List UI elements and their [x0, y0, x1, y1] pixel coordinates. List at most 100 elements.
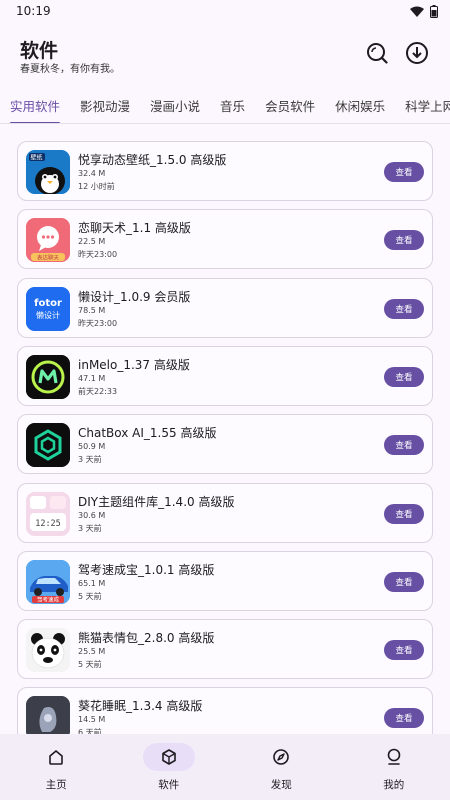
- app-size: 25.5 M: [78, 647, 106, 657]
- view-button[interactable]: 查看: [384, 298, 424, 319]
- app-update-time: 昨天23:00: [78, 318, 118, 328]
- app-icon: fotor 懒设计: [26, 286, 70, 331]
- app-name: inMelo_1.37 高级版: [78, 357, 190, 372]
- app-name: 熊猫表情包_2.8.0 高级版: [78, 631, 215, 646]
- app-card[interactable]: inMelo_1.37 高级版 47.1 M 前天22:33 查看: [17, 345, 433, 406]
- app-card[interactable]: fotor 懒设计 懒设计_1.0.9 会员版 78.5 M 昨天23:00 查看: [17, 277, 433, 338]
- view-button[interactable]: 查看: [384, 366, 424, 387]
- app-size: 30.6 M: [78, 510, 106, 520]
- svg-text:驾考速成: 驾考速成: [37, 595, 60, 603]
- page-subtitle: 春夏秋冬，有你有我。: [20, 64, 120, 75]
- app-name: 葵花睡眠_1.3.4 高级版: [78, 699, 203, 714]
- app-icon: 壁纸: [26, 150, 70, 194]
- app-icon: 表达聊天: [26, 218, 70, 263]
- nav-label: 我的: [383, 779, 405, 791]
- search-button[interactable]: [364, 40, 390, 66]
- nav-indicator: [368, 743, 420, 771]
- nav-item-home[interactable]: 主页: [0, 734, 113, 800]
- app-name: 恋聊天术_1.1 高级版: [78, 221, 191, 236]
- category-tabs: 实用软件影视动漫漫画小说音乐会员软件休闲娱乐科学上网: [0, 90, 450, 124]
- svg-text:12:25: 12:25: [35, 519, 61, 529]
- car-icon: 驾考速成: [26, 559, 70, 604]
- nav-label: 主页: [45, 779, 67, 791]
- tab-item[interactable]: 实用软件: [0, 90, 70, 123]
- nav-indicator: [142, 743, 195, 771]
- app-update-time: 昨天23:00: [78, 250, 118, 260]
- app-name: ChatBox AI_1.55 高级版: [78, 426, 217, 441]
- app-card[interactable]: 熊猫表情包_2.8.0 高级版 25.5 M 5 天前 查看: [17, 619, 433, 680]
- app-card[interactable]: 壁纸 悦享动态壁纸_1.5.0 高级版 32.4 M 12 小时前 查看: [17, 141, 433, 201]
- svg-text:壁纸: 壁纸: [31, 154, 43, 162]
- app-icon: [26, 696, 70, 734]
- tab-item[interactable]: 休闲娱乐: [325, 90, 395, 123]
- app-size: 50.9 M: [78, 442, 106, 452]
- app-name: DIY主题组件库_1.4.0 高级版: [78, 494, 235, 509]
- tab-item[interactable]: 科学上网: [395, 90, 450, 123]
- app-card[interactable]: ChatBox AI_1.55 高级版 50.9 M 3 天前 查看: [17, 414, 433, 475]
- app-update-time: 前天22:33: [78, 386, 118, 396]
- app-card[interactable]: 表达聊天 恋聊天术_1.1 高级版 22.5 M 昨天23:00 查看: [17, 209, 433, 270]
- chatbox-hexagon-icon: [26, 423, 70, 468]
- view-button[interactable]: 查看: [384, 640, 424, 661]
- app-size: 22.5 M: [78, 237, 106, 247]
- app-size: 78.5 M: [78, 305, 106, 315]
- nav-item-compass[interactable]: 发现: [225, 734, 338, 800]
- tab-item[interactable]: 漫画小说: [140, 90, 210, 123]
- svg-text:fotor: fotor: [34, 298, 62, 309]
- app-list: 壁纸 悦享动态壁纸_1.5.0 高级版 32.4 M 12 小时前 查看 表达聊天 恋聊天术…: [0, 124, 450, 734]
- app-update-time: 12 小时前: [78, 182, 115, 191]
- app-update-time: 3 天前: [78, 523, 102, 533]
- view-button[interactable]: 查看: [384, 230, 424, 251]
- nav-item-person[interactable]: 我的: [338, 734, 450, 800]
- chat-bubble-icon: 表达聊天: [26, 218, 70, 263]
- status-time: 10:19: [16, 4, 51, 18]
- view-button[interactable]: 查看: [384, 162, 424, 182]
- app-icon: [26, 354, 70, 399]
- nav-indicator: [30, 743, 82, 771]
- app-card[interactable]: 葵花睡眠_1.3.4 高级版 14.5 M 6 天前 查看: [17, 687, 433, 734]
- app-update-time: 5 天前: [78, 591, 102, 601]
- view-button[interactable]: 查看: [384, 571, 424, 592]
- wifi-icon: [410, 6, 424, 17]
- tab-item[interactable]: 影视动漫: [70, 90, 140, 123]
- view-button[interactable]: 查看: [384, 503, 424, 524]
- nav-label: 软件: [158, 779, 180, 791]
- tab-item[interactable]: 音乐: [210, 90, 255, 123]
- tab-item[interactable]: 会员软件: [255, 90, 325, 123]
- view-button[interactable]: 查看: [384, 708, 424, 729]
- fotor-icon: fotor懒设计: [26, 286, 70, 331]
- app-update-time: 6 天前: [78, 728, 102, 734]
- status-icons: [410, 4, 438, 18]
- download-icon: [406, 42, 428, 64]
- app-size: 47.1 M: [78, 373, 106, 383]
- download-button[interactable]: [404, 40, 430, 66]
- penguin-wallpaper-icon: 壁纸: [26, 150, 70, 194]
- app-size: 65.1 M: [78, 578, 106, 588]
- nav-indicator: [255, 743, 307, 771]
- app-icon: [26, 423, 70, 468]
- app-icon: 12:25: [26, 491, 70, 536]
- app-card[interactable]: 12:25 DIY主题组件库_1.4.0 高级版 30.6 M 3 天前 查看: [17, 482, 433, 543]
- cube-icon: [161, 749, 176, 765]
- app-name: 懒设计_1.0.9 会员版: [78, 289, 191, 304]
- app-update-time: 3 天前: [78, 455, 102, 465]
- widget-clock-icon: 12:25: [26, 491, 70, 536]
- battery-icon: [430, 4, 438, 18]
- app-card[interactable]: 驾考速成 驾考速成宝_1.0.1 高级版 65.1 M 5 天前 查看: [17, 550, 433, 611]
- panda-meme-icon: [26, 628, 70, 673]
- app-update-time: 5 天前: [78, 660, 102, 670]
- app-name: 悦享动态壁纸_1.5.0 高级版: [78, 153, 227, 167]
- nav-label: 发现: [270, 779, 292, 791]
- app-name: 驾考速成宝_1.0.1 高级版: [78, 562, 215, 577]
- app-header: 软件 春夏秋冬，有你有我。: [0, 26, 450, 82]
- nav-item-cube[interactable]: 软件: [113, 734, 226, 800]
- app-icon: 驾考速成: [26, 559, 70, 604]
- inmelo-icon: [26, 354, 70, 399]
- sleep-icon: [26, 696, 70, 734]
- view-button[interactable]: 查看: [384, 435, 424, 456]
- page-title: 软件: [20, 40, 59, 62]
- home-icon: [49, 750, 64, 765]
- bottom-navigation: 主页 软件 发现 我的: [0, 734, 450, 800]
- status-bar: 10:19: [0, 0, 450, 22]
- app-size: 14.5 M: [78, 715, 106, 725]
